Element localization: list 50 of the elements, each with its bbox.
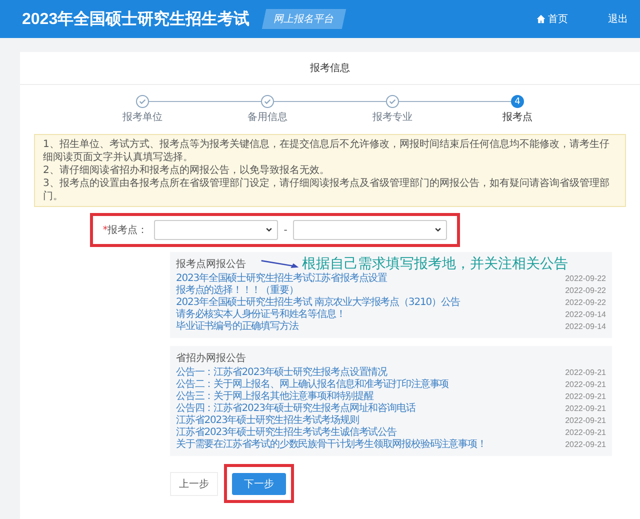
notice-text: 1、招生单位、考试方式、报考点等为报考关键信息，在提交信息后不允许修改，网报时间结束后任何信息均不能修改，请考生仔细阅读页面文字并认真填写选择。 bbox=[43, 138, 610, 164]
chevron-icon bbox=[264, 226, 273, 234]
bulletin-title: 报考点网报公告 bbox=[176, 258, 246, 271]
field-label: *报考点： bbox=[102, 224, 148, 237]
bulletin-date: 2022-09-21 bbox=[565, 392, 606, 400]
bulletin-link[interactable]: 毕业证书编号的正确填写方法 bbox=[176, 319, 298, 333]
step-label: 报考点 bbox=[502, 110, 532, 124]
bulletin-date: 2022-09-21 bbox=[565, 428, 606, 436]
previous-button[interactable]: 上一步 bbox=[170, 472, 218, 496]
bulletin-link[interactable]: 请务必核实本人身份证号和姓名等信息！ bbox=[176, 307, 346, 321]
bulletin-title: 省招办网报公告 bbox=[176, 352, 246, 365]
bulletin-link[interactable]: 2023年全国硕士研究生招生考试 南京农业大学报考点（3210）公告 bbox=[176, 295, 460, 309]
header-link[interactable]: 首页 bbox=[536, 12, 568, 26]
separator-text: - bbox=[284, 224, 288, 236]
step-label: 报考专业 bbox=[372, 110, 412, 124]
site-select[interactable] bbox=[293, 220, 448, 240]
notice-text: 3、报考点的设置由各报考点所在省级管理部门设定，请仔细阅读报考点及省级管理部门的网报公告，如有疑问请咨询省级管理部门。 bbox=[43, 177, 610, 203]
step-label: 报考单位 bbox=[122, 110, 162, 124]
next-button[interactable]: 下一步 bbox=[232, 473, 286, 495]
bulletin-link[interactable]: 公告一：江苏省2023年硕士研究生报考点设置情况 bbox=[176, 365, 388, 379]
bulletin-date: 2022-09-14 bbox=[565, 310, 606, 318]
bulletin-link[interactable]: 报考点的选择！！！（重要） bbox=[176, 283, 298, 297]
step-label: 备用信息 bbox=[248, 110, 288, 124]
home-icon bbox=[536, 14, 546, 24]
annotation-arrow-icon bbox=[260, 258, 300, 270]
bulletin-link[interactable]: 关于需要在江苏省考试的少数民族骨干计划考生领取网报校验码注意事项！ bbox=[176, 437, 486, 451]
bulletin-date: 2022-09-22 bbox=[565, 274, 606, 282]
bulletin-date: 2022-09-21 bbox=[565, 440, 606, 448]
bulletin-link[interactable]: 江苏省2023年硕士研究生招生考试考场规则 bbox=[176, 413, 359, 427]
bulletin-date: 2022-09-21 bbox=[565, 404, 606, 412]
notice-text: 2、请仔细阅读省招办和报考点的网报公告，以免导致报名无效。 bbox=[43, 164, 330, 177]
platform-badge: 网上报名平台 bbox=[261, 9, 346, 29]
province-select[interactable] bbox=[154, 220, 278, 240]
bulletin-date: 2022-09-22 bbox=[565, 286, 606, 294]
bulletin-date: 2022-09-14 bbox=[565, 322, 606, 330]
bulletin-date: 2022-09-21 bbox=[565, 380, 606, 388]
bulletin-date: 2022-09-21 bbox=[565, 368, 606, 376]
bulletin-link[interactable]: 公告三：关于网上报名其他注意事项和特别提醒 bbox=[176, 389, 374, 403]
bulletin-date: 2022-09-21 bbox=[565, 416, 606, 424]
bulletin-link[interactable]: 2023年全国硕士研究生招生考试江苏省报考点设置 bbox=[176, 271, 388, 285]
bulletin-date: 2022-09-22 bbox=[565, 298, 606, 306]
bulletin-link[interactable]: 公告二：关于网上报名、网上确认报名信息和准考证打印注意事项 bbox=[176, 377, 449, 391]
step-number: 4 bbox=[511, 95, 524, 108]
chevron-icon bbox=[434, 226, 442, 234]
annotation-text: 根据自己需求填写报考地，并关注相关公告 bbox=[302, 255, 568, 272]
card-title: 报考信息 bbox=[20, 52, 640, 85]
site-title: 2023年全国硕士研究生招生考试 bbox=[22, 9, 250, 30]
bulletin-link[interactable]: 江苏省2023年硕士研究生招生考试考生诚信考试公告 bbox=[176, 425, 396, 439]
header-link[interactable]: 退出 bbox=[608, 12, 628, 26]
bulletin-link[interactable]: 公告四：江苏省2023年硕士研究生报考点网址和咨询电话 bbox=[176, 401, 416, 415]
